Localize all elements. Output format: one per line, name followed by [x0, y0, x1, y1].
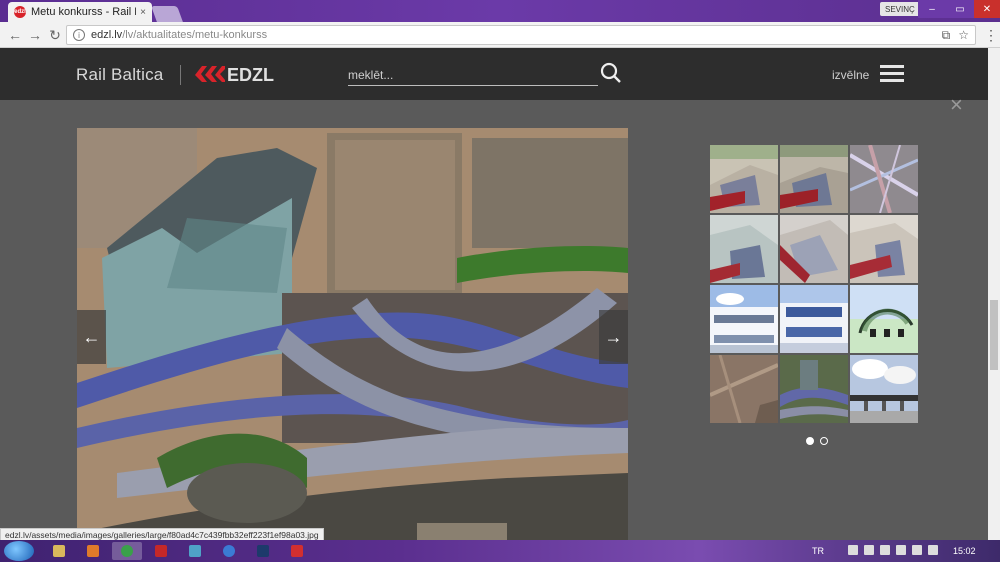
- taskbar-explorer[interactable]: [44, 542, 74, 560]
- translate-icon[interactable]: ⧉: [942, 28, 951, 43]
- browser-user-badge[interactable]: SEVINÇ: [880, 2, 920, 16]
- page-scrollbar[interactable]: [988, 48, 1000, 540]
- gallery-pagination: [806, 437, 828, 445]
- search-input[interactable]: [348, 66, 598, 84]
- rail-baltica-logo[interactable]: Rail Baltica: [76, 65, 163, 85]
- gallery-thumbnail[interactable]: [850, 285, 918, 353]
- gallery-thumbnail[interactable]: [780, 145, 848, 213]
- edzl-wordmark[interactable]: EDZL: [227, 65, 274, 86]
- taskbar-app[interactable]: [214, 542, 244, 560]
- gallery-thumbnail[interactable]: [780, 285, 848, 353]
- gallery-thumbnail-grid: [710, 145, 920, 425]
- address-bar[interactable]: i edzl.lv/lv/aktualitates/metu-konkurss …: [66, 25, 976, 45]
- search-box: [348, 66, 598, 86]
- minimize-icon[interactable]: –: [918, 0, 946, 18]
- gallery-thumbnail[interactable]: [710, 145, 778, 213]
- gallery-thumbnail[interactable]: [780, 215, 848, 283]
- tray-language[interactable]: TR: [812, 546, 824, 556]
- brand-divider: [180, 65, 181, 85]
- reload-icon[interactable]: ↻: [46, 26, 64, 44]
- tray-app-icon[interactable]: [864, 545, 874, 555]
- site-header: Rail Baltica EDZL izvēlne: [0, 48, 1000, 100]
- browser-menu-icon[interactable]: ⋮: [984, 27, 998, 44]
- gallery-page-dot[interactable]: [820, 437, 828, 445]
- gallery-thumbnail[interactable]: [710, 285, 778, 353]
- gallery-thumbnail[interactable]: [710, 355, 778, 423]
- bookmark-star-icon[interactable]: ☆: [958, 28, 969, 43]
- taskbar-photoshop[interactable]: [248, 542, 278, 560]
- tray-network-icon[interactable]: [880, 545, 890, 555]
- gallery-next-button[interactable]: →: [599, 310, 628, 364]
- taskbar-media[interactable]: [78, 542, 108, 560]
- gallery-page-dot[interactable]: [806, 437, 814, 445]
- url-path: /lv/aktualitates/metu-konkurss: [122, 29, 268, 41]
- hamburger-menu-icon[interactable]: [880, 65, 904, 83]
- taskbar-app[interactable]: [180, 542, 210, 560]
- tab-title: Metu konkurss - Rail Balt: [31, 6, 136, 18]
- taskbar-chrome[interactable]: [112, 542, 142, 560]
- maximize-icon[interactable]: ▭: [946, 0, 974, 18]
- url-host: edzl.lv: [91, 29, 123, 41]
- lightbox-close-icon[interactable]: ×: [950, 94, 963, 116]
- tray-volume-icon[interactable]: [896, 545, 906, 555]
- page-scrollbar-thumb[interactable]: [990, 300, 998, 370]
- browser-tab-bar: edzl Metu konkurss - Rail Balt × SEVINÇ …: [0, 0, 1000, 22]
- tab-close-icon[interactable]: ×: [140, 7, 146, 18]
- gallery-thumbnail[interactable]: [710, 215, 778, 283]
- search-icon[interactable]: [600, 62, 622, 84]
- forward-arrow-icon[interactable]: →: [26, 26, 44, 44]
- edzl-logo-icon[interactable]: [193, 63, 225, 85]
- gallery-prev-button[interactable]: ←: [77, 310, 106, 364]
- gallery-main-image: [77, 128, 628, 540]
- back-arrow-icon[interactable]: ←: [6, 26, 24, 44]
- gallery-thumbnail[interactable]: [850, 215, 918, 283]
- taskbar-acrobat[interactable]: [146, 542, 176, 560]
- site-info-icon[interactable]: i: [73, 29, 85, 41]
- gallery-thumbnail[interactable]: [850, 355, 918, 423]
- new-tab-button[interactable]: [151, 6, 183, 22]
- windows-taskbar: TR 15:02: [0, 540, 1000, 562]
- browser-tab[interactable]: edzl Metu konkurss - Rail Balt ×: [8, 2, 152, 22]
- gallery-thumbnail[interactable]: [850, 145, 918, 213]
- window-close-icon[interactable]: ✕: [974, 0, 1000, 18]
- tray-flag-icon[interactable]: [848, 545, 858, 555]
- browser-toolbar: ← → ↻ i edzl.lv/lv/aktualitates/metu-kon…: [0, 22, 1000, 48]
- edzl-favicon-icon: edzl: [14, 6, 26, 18]
- menu-label[interactable]: izvēlne: [832, 68, 869, 82]
- tray-drive-icon[interactable]: [912, 545, 922, 555]
- tray-power-icon[interactable]: [928, 545, 938, 555]
- system-tray: [848, 545, 938, 555]
- taskbar-clock[interactable]: 15:02: [953, 546, 976, 556]
- start-button[interactable]: [4, 541, 34, 561]
- gallery-thumbnail[interactable]: [780, 355, 848, 423]
- taskbar-app[interactable]: [282, 542, 312, 560]
